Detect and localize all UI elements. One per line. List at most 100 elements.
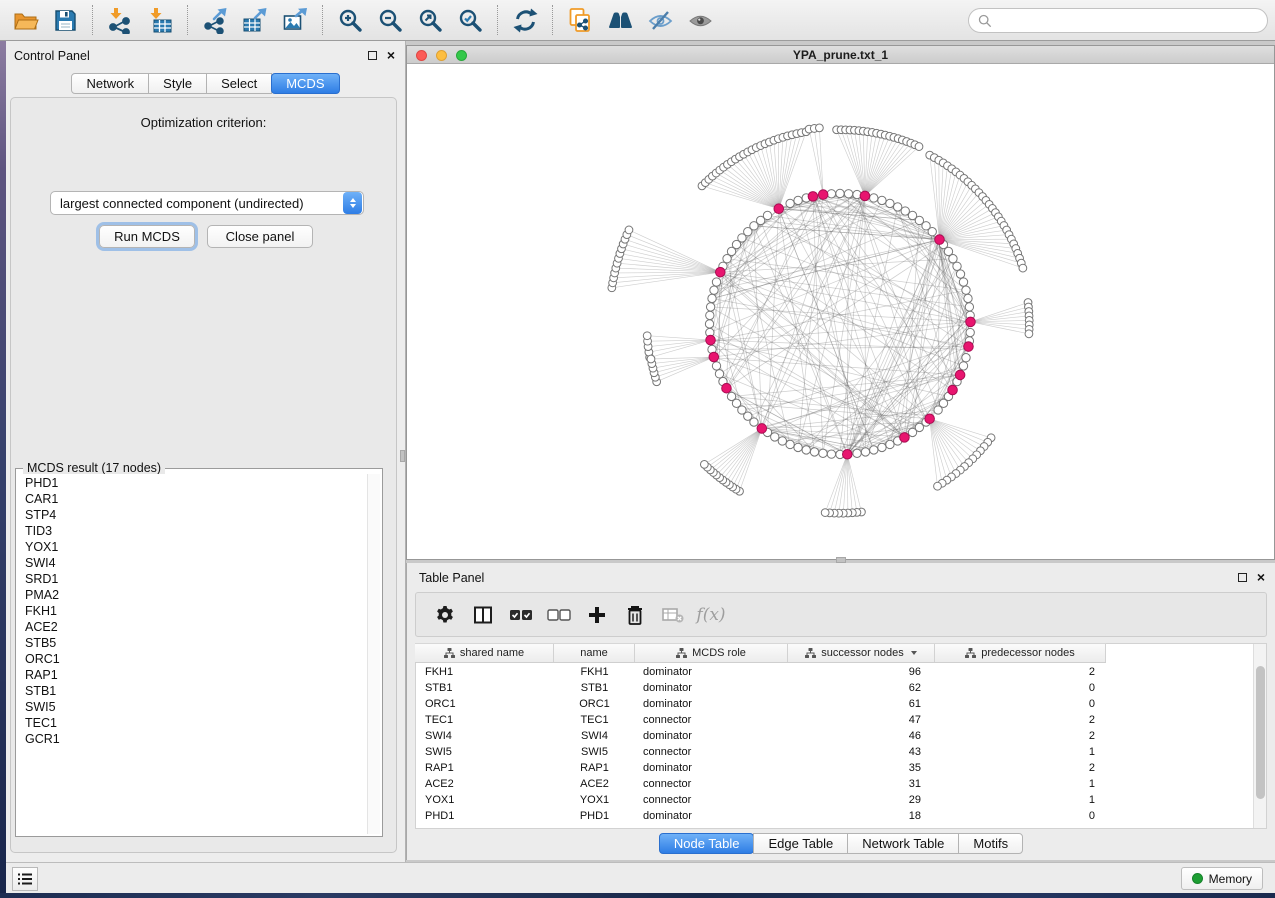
graph-node[interactable] — [712, 278, 720, 286]
toggle-panel-columns-button[interactable] — [464, 595, 502, 635]
run-mcds-button[interactable]: Run MCDS — [99, 225, 195, 248]
graph-node[interactable] — [712, 362, 720, 370]
graph-node[interactable] — [886, 199, 894, 207]
graph-hub-node[interactable] — [948, 385, 958, 395]
graph-node[interactable] — [861, 448, 869, 456]
graph-node[interactable] — [934, 406, 942, 414]
graph-node[interactable] — [710, 286, 718, 294]
graph-hub-node[interactable] — [757, 424, 767, 434]
mcds-result-item[interactable]: ORC1 — [25, 652, 366, 668]
graph-node[interactable] — [706, 311, 714, 319]
network-window-titlebar[interactable]: YPA_prune.txt_1 — [407, 46, 1274, 64]
float-table-panel-button[interactable] — [1238, 569, 1247, 587]
mcds-result-item[interactable]: PHD1 — [25, 476, 366, 492]
tab-motifs[interactable]: Motifs — [958, 833, 1023, 854]
zoom-selected-button[interactable] — [450, 2, 490, 38]
graph-node[interactable] — [802, 446, 810, 454]
graph-node[interactable] — [700, 460, 708, 468]
tab-node-table[interactable]: Node Table — [659, 833, 755, 854]
graph-node[interactable] — [821, 509, 829, 517]
mcds-result-item[interactable]: STB5 — [25, 636, 366, 652]
tab-mcds[interactable]: MCDS — [271, 73, 339, 94]
graph-hub-node[interactable] — [966, 317, 976, 327]
zoom-out-button[interactable] — [370, 2, 410, 38]
table-row[interactable]: STB1STB1dominator620 — [415, 680, 1106, 696]
mcds-result-item[interactable]: CAR1 — [25, 492, 366, 508]
graph-node[interactable] — [928, 228, 936, 236]
table-row[interactable]: SWI4SWI4dominator462 — [415, 728, 1106, 744]
deselect-all-columns-button[interactable] — [540, 595, 578, 635]
table-scrollbar-thumb[interactable] — [1256, 666, 1265, 799]
column-header-shared-name[interactable]: shared name — [415, 644, 554, 662]
graph-node[interactable] — [953, 262, 961, 270]
birds-eye-view-button[interactable] — [600, 2, 640, 38]
graph-node[interactable] — [786, 199, 794, 207]
close-table-panel-button[interactable]: × — [1257, 569, 1265, 587]
graph-node[interactable] — [853, 449, 861, 457]
graph-node[interactable] — [816, 124, 824, 132]
add-column-button[interactable] — [578, 595, 616, 635]
graph-hub-node[interactable] — [935, 235, 945, 245]
table-row[interactable]: YOX1YOX1connector291 — [415, 792, 1106, 808]
graph-node[interactable] — [870, 194, 878, 202]
close-control-panel-button[interactable]: × — [387, 47, 395, 65]
table-settings-button[interactable] — [426, 595, 464, 635]
float-control-panel-button[interactable] — [368, 47, 377, 65]
graph-node[interactable] — [870, 446, 878, 454]
graph-node[interactable] — [708, 294, 716, 302]
graph-node[interactable] — [962, 354, 970, 362]
mcds-result-item[interactable]: GCR1 — [25, 732, 366, 748]
graph-hub-node[interactable] — [860, 191, 870, 201]
graph-node[interactable] — [836, 189, 844, 197]
table-scrollbar[interactable] — [1253, 644, 1266, 828]
graph-node[interactable] — [908, 428, 916, 436]
graph-node[interactable] — [706, 303, 714, 311]
graph-hub-node[interactable] — [709, 352, 719, 362]
graph-hub-node[interactable] — [716, 267, 726, 277]
graph-node[interactable] — [715, 370, 723, 378]
delete-column-button[interactable] — [616, 595, 654, 635]
graph-node[interactable] — [966, 328, 974, 336]
graph-node[interactable] — [1019, 264, 1027, 272]
graph-node[interactable] — [959, 362, 967, 370]
graph-node[interactable] — [778, 437, 786, 445]
graph-node[interactable] — [763, 211, 771, 219]
close-panel-button[interactable]: Close panel — [207, 225, 313, 248]
mcds-result-item[interactable]: SWI5 — [25, 700, 366, 716]
zoom-fit-button[interactable] — [410, 2, 450, 38]
tab-select[interactable]: Select — [206, 73, 272, 94]
export-network-button[interactable] — [195, 2, 235, 38]
search-box[interactable] — [968, 8, 1268, 33]
mcds-result-item[interactable]: PMA2 — [25, 588, 366, 604]
table-row[interactable]: RAP1RAP1dominator352 — [415, 760, 1106, 776]
tab-network-table[interactable]: Network Table — [847, 833, 959, 854]
graph-node[interactable] — [964, 294, 972, 302]
mcds-result-item[interactable]: RAP1 — [25, 668, 366, 684]
column-header-name[interactable]: name — [554, 644, 635, 662]
optimization-criterion-dropdown[interactable]: largest connected component (undirected) — [50, 191, 364, 215]
select-all-columns-button[interactable] — [502, 595, 540, 635]
graph-hub-node[interactable] — [722, 383, 732, 393]
graph-hub-node[interactable] — [842, 449, 852, 459]
column-header-predecessor-nodes[interactable]: predecessor nodes — [935, 644, 1106, 662]
graph-hub-node[interactable] — [964, 342, 974, 352]
graph-hub-node[interactable] — [925, 414, 935, 424]
graph-node[interactable] — [643, 332, 651, 340]
graph-node[interactable] — [893, 203, 901, 211]
mcds-result-item[interactable]: FKH1 — [25, 604, 366, 620]
graph-node[interactable] — [625, 226, 633, 234]
mcds-result-item[interactable]: ACE2 — [25, 620, 366, 636]
open-file-button[interactable] — [5, 2, 45, 38]
mcds-result-item[interactable]: STB1 — [25, 684, 366, 700]
graph-hub-node[interactable] — [818, 190, 828, 200]
graph-node[interactable] — [844, 190, 852, 198]
column-header-mcds-role[interactable]: MCDS role — [635, 644, 788, 662]
mcds-result-list[interactable]: PHD1CAR1STP4TID3YOX1SWI4SRD1PMA2FKH1ACE2… — [18, 474, 366, 834]
mcds-result-item[interactable]: SWI4 — [25, 556, 366, 572]
graph-node[interactable] — [949, 255, 957, 263]
graph-node[interactable] — [878, 443, 886, 451]
graph-hub-node[interactable] — [774, 204, 784, 214]
table-row[interactable]: SWI5SWI5connector431 — [415, 744, 1106, 760]
mcds-result-item[interactable]: YOX1 — [25, 540, 366, 556]
table-row[interactable]: PHD1PHD1dominator180 — [415, 808, 1106, 824]
